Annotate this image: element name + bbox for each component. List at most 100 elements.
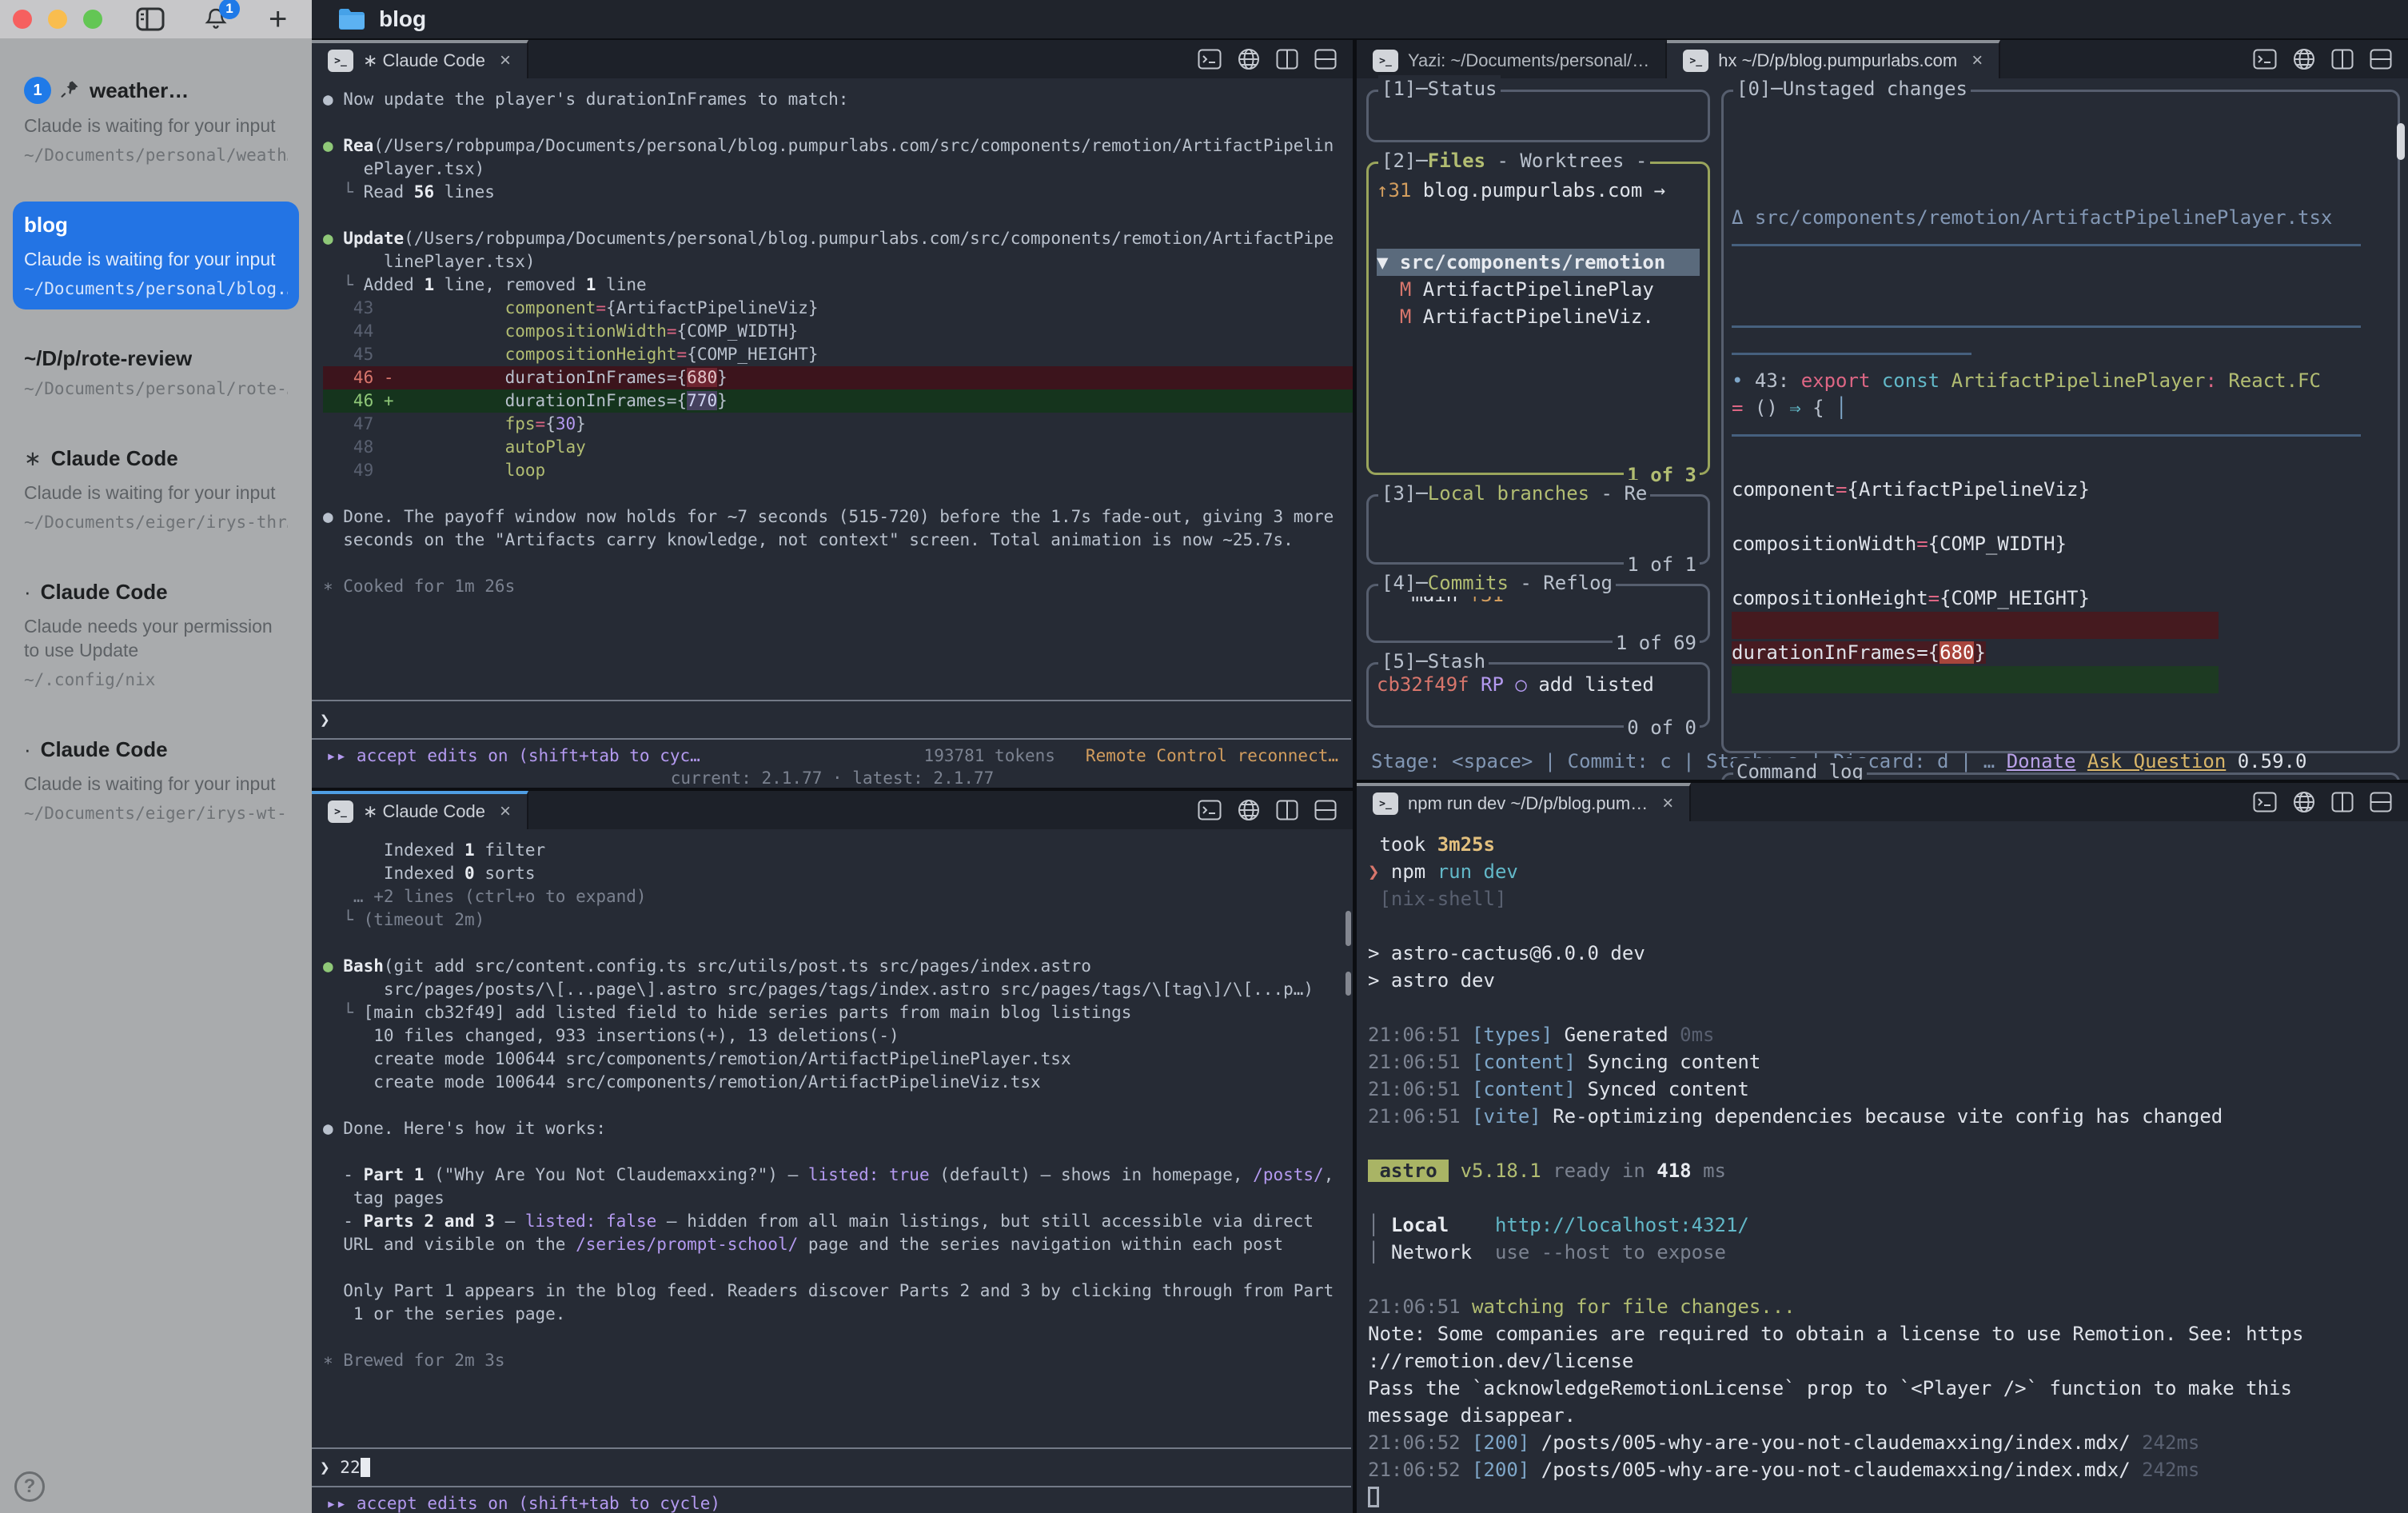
claude-prompt-input[interactable]: ❯ xyxy=(312,700,1351,740)
text-segment: ● xyxy=(323,507,343,526)
session-status: Claude is waiting for your input xyxy=(24,114,288,138)
minimize-window-button[interactable] xyxy=(48,10,67,29)
close-icon[interactable]: × xyxy=(1662,792,1673,815)
terminal-line: = () ⇒ { │ xyxy=(1732,394,2390,421)
terminal-line: URL and visible on the /series/prompt-sc… xyxy=(323,1233,1353,1256)
tab-claude-code-top[interactable]: >_ ∗ Claude Code × xyxy=(312,40,528,78)
globe-icon[interactable] xyxy=(2293,791,2315,813)
split-horizontal-icon[interactable] xyxy=(1314,49,1337,70)
terminal-line: 46 + durationInFrames={770} xyxy=(323,389,1353,413)
tab-hx[interactable]: >_ hx ~/D/p/blog.pumpurlabs.com × xyxy=(1667,40,2000,78)
text-segment: [4]─ xyxy=(1381,572,1428,594)
lazygit-right-column: [0]─Unstaged changes Δ src/components/re… xyxy=(1721,90,2400,743)
text-segment: page and the series navigation within ea… xyxy=(798,1235,1283,1254)
text-segment: - Worktrees - xyxy=(1485,150,1647,172)
tab-npm-run-dev[interactable]: >_ npm run dev ~/D/p/blog.pum… × xyxy=(1357,783,1691,821)
text-segment: () xyxy=(1755,397,1789,419)
text-segment: 1 xyxy=(586,275,596,294)
new-session-button[interactable]: + xyxy=(269,7,287,31)
text-segment: 3m25s xyxy=(1437,833,1495,856)
session-item[interactable]: ~/D/p/rote-review ~/Documents/personal/ro… xyxy=(13,335,299,409)
terminal-line xyxy=(1368,912,2408,940)
tab-yazi[interactable]: >_ Yazi: ~/Documents/personal/… xyxy=(1357,40,1667,78)
lazygit-branches-panel[interactable]: [3]─Local branches - Re * main ↑31 1 of … xyxy=(1366,494,1710,565)
text-segment: = xyxy=(677,345,688,364)
terminal-icon[interactable] xyxy=(2253,49,2277,70)
split-horizontal-icon[interactable] xyxy=(2370,49,2392,70)
globe-icon[interactable] xyxy=(1238,48,1260,70)
text-segment: ∗ Cooked for 1m 26s xyxy=(323,577,515,596)
close-icon[interactable]: × xyxy=(500,50,511,72)
session-title: ~/D/p/rote-review xyxy=(24,346,192,371)
bell-icon[interactable]: 1 xyxy=(203,6,229,32)
text-segment xyxy=(373,321,504,341)
split-vertical-icon[interactable] xyxy=(2331,792,2354,812)
text-segment: [200] xyxy=(1472,1431,1529,1454)
claude-prompt-input[interactable]: ❯ 22 xyxy=(312,1447,1351,1487)
claude-top-tabbar: >_ ∗ Claude Code × xyxy=(312,40,1353,78)
main-area: blog >_ ∗ Claude Code × xyxy=(312,0,2408,1513)
session-path: ~/Documents/personal/rote-… xyxy=(24,379,288,398)
split-horizontal-icon[interactable] xyxy=(1314,800,1337,820)
split-vertical-icon[interactable] xyxy=(1276,49,1298,70)
notification-badge: 1 xyxy=(24,77,51,104)
help-icon[interactable]: ? xyxy=(14,1471,45,1502)
terminal-line: [nix-shell] xyxy=(1368,885,2408,912)
lazygit-columns: [1]─Status ↑31 blog.pumpurlabs.com → [2]… xyxy=(1366,90,2400,743)
split-horizontal-icon[interactable] xyxy=(2370,792,2392,812)
close-window-button[interactable] xyxy=(13,10,32,29)
tab-claude-code-bottom[interactable]: >_ ∗ Claude Code × xyxy=(312,791,528,829)
terminal-icon[interactable] xyxy=(2253,792,2277,812)
globe-icon[interactable] xyxy=(2293,48,2315,70)
lazygit-stash-panel[interactable]: [5]─Stash 0 of 0 xyxy=(1366,662,1710,728)
close-icon[interactable]: × xyxy=(1971,50,1983,72)
split-vertical-icon[interactable] xyxy=(2331,49,2354,70)
text-segment: ❯ xyxy=(1368,860,1391,883)
terminal-line: compositionWidth={COMP_WIDTH} xyxy=(1732,530,2390,557)
close-icon[interactable]: × xyxy=(500,800,511,823)
lazygit-commits-panel[interactable]: [4]─Commits - Reflog cb32f49f RP ○ add l… xyxy=(1366,584,1710,643)
session-list: 1weather…Claude is waiting for your inpu… xyxy=(0,38,312,1471)
text-segment: = xyxy=(536,414,546,433)
sidebar-toggle-icon[interactable] xyxy=(136,7,165,31)
permission-mode[interactable]: ▸▸ accept edits on (shift+tab to cyc… xyxy=(326,746,700,765)
text-segment: 48 xyxy=(323,437,373,457)
session-item[interactable]: ∗Claude CodeClaude is waiting for your i… xyxy=(13,435,299,543)
session-title: Claude Code xyxy=(41,580,168,605)
terminal-line: • 43: export const ArtifactPipelinePlaye… xyxy=(1732,367,2390,394)
lazygit-files-panel[interactable]: [2]─Files - Worktrees - ▼ src/components… xyxy=(1366,162,1710,475)
text-segment: compositionWidth xyxy=(505,321,667,341)
terminal-line xyxy=(323,1140,1353,1164)
session-item[interactable]: ·Claude CodeClaude is waiting for your i… xyxy=(13,726,299,834)
terminal-line: linePlayer.tsx) xyxy=(323,250,1353,273)
lazygit-status-panel[interactable]: [1]─Status ↑31 blog.pumpurlabs.com → xyxy=(1366,90,1710,142)
text-segment: Part 1 xyxy=(364,1165,425,1184)
terminal-icon: >_ xyxy=(1373,792,1398,815)
session-title: Claude Code xyxy=(41,737,168,762)
terminal-line xyxy=(323,482,1353,505)
session-item[interactable]: 1weather…Claude is waiting for your inpu… xyxy=(13,66,299,176)
session-item[interactable]: blogClaude is waiting for your input~/Do… xyxy=(13,202,299,309)
terminal-icon[interactable] xyxy=(1198,800,1222,820)
session-title: Claude Code xyxy=(51,446,178,471)
panel-title: Command log xyxy=(1733,758,1867,780)
scrollbar-thumb[interactable] xyxy=(1346,972,1351,996)
lazygit-diff-panel[interactable]: [0]─Unstaged changes Δ src/components/re… xyxy=(1721,90,2400,753)
text-segment: durationInFrames={ xyxy=(505,368,688,387)
text-segment: autoPlay xyxy=(505,437,586,457)
text-segment: - xyxy=(323,1212,364,1231)
session-item[interactable]: ·Claude CodeClaude needs your permission… xyxy=(13,569,299,701)
scrollbar-thumb[interactable] xyxy=(1346,911,1351,946)
text-segment: tag pages xyxy=(323,1188,445,1208)
globe-icon[interactable] xyxy=(1238,799,1260,821)
permission-mode[interactable]: ▸▸ accept edits on (shift+tab to cycle) xyxy=(326,1494,720,1513)
text-segment: filter xyxy=(475,840,546,860)
scrollbar-thumb[interactable] xyxy=(2397,123,2405,160)
session-path: ~/Documents/personal/weath… xyxy=(24,146,288,165)
session-title: blog xyxy=(24,213,68,238)
zoom-window-button[interactable] xyxy=(83,10,102,29)
terminal-icon[interactable] xyxy=(1198,49,1222,70)
terminal-line: 46 - durationInFrames={680} xyxy=(323,366,1353,389)
split-vertical-icon[interactable] xyxy=(1276,800,1298,820)
remote-control-status[interactable]: Remote Control reconnect… xyxy=(1086,746,1338,765)
